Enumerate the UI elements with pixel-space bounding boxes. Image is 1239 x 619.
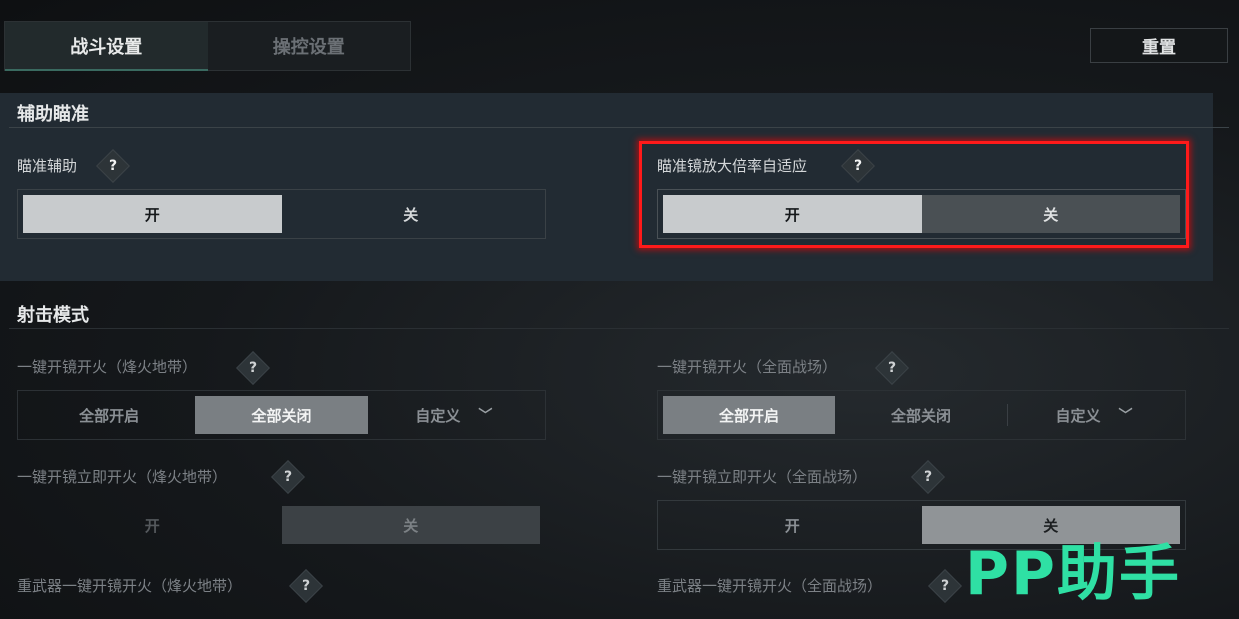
section-divider	[9, 127, 1229, 128]
watermark-logo: PP助手	[965, 539, 1181, 609]
option-all-on[interactable]: 全部开启	[663, 396, 835, 434]
instant-fire-beacon-help-icon[interactable]: ?	[271, 460, 305, 494]
option-custom[interactable]: 自定义 ﹀	[368, 396, 540, 434]
instant-fire-beacon-on-option[interactable]: 开	[23, 506, 282, 544]
heavy-weapon-beacon-label: 重武器一键开镜开火（烽火地带）	[17, 577, 243, 595]
chevron-down-icon: ﹀	[1118, 408, 1133, 424]
instant-fire-battlefield-label: 一键开镜立即开火（全面战场）	[657, 468, 868, 486]
one-key-fire-beacon-selector: 全部开启 全部关闭 自定义 ﹀	[17, 390, 546, 440]
heavy-weapon-beacon-help-icon[interactable]: ?	[289, 569, 323, 603]
instant-fire-beacon-toggle: 开 关	[17, 500, 546, 550]
instant-fire-beacon-label: 一键开镜立即开火（烽火地带）	[17, 468, 228, 486]
settings-tabs: 战斗设置 操控设置	[4, 21, 411, 71]
instant-fire-beacon-off-option[interactable]: 关	[281, 506, 540, 544]
aim-assist-on-option[interactable]: 开	[23, 195, 282, 233]
one-key-fire-beacon-help-icon[interactable]: ?	[236, 351, 270, 385]
one-key-fire-beacon-label: 一键开镜开火（烽火地带）	[17, 358, 198, 376]
instant-fire-battlefield-help-icon[interactable]: ?	[911, 460, 945, 494]
heavy-weapon-battlefield-label: 重武器一键开镜开火（全面战场）	[657, 577, 883, 595]
section-title-fire-mode: 射击模式	[17, 305, 89, 326]
one-key-fire-battlefield-label: 一键开镜开火（全面战场）	[657, 358, 838, 376]
aim-assist-toggle: 开 关	[17, 189, 546, 239]
instant-fire-battlefield-on-option[interactable]: 开	[663, 506, 922, 544]
option-custom[interactable]: 自定义 ﹀	[1008, 396, 1180, 434]
aim-assist-off-option[interactable]: 关	[282, 195, 541, 233]
tab-combat-settings[interactable]: 战斗设置	[5, 22, 208, 71]
one-key-fire-battlefield-help-icon[interactable]: ?	[875, 351, 909, 385]
option-all-off[interactable]: 全部关闭	[195, 396, 368, 434]
option-all-off[interactable]: 全部关闭	[835, 396, 1007, 434]
chevron-down-icon: ﹀	[478, 408, 493, 424]
reset-button[interactable]: 重置	[1090, 28, 1228, 63]
section-divider-fire	[9, 328, 1229, 329]
tab-control-settings[interactable]: 操控设置	[208, 22, 411, 70]
aim-assist-label: 瞄准辅助	[17, 157, 78, 175]
heavy-weapon-battlefield-help-icon[interactable]: ?	[928, 569, 962, 603]
highlight-box	[639, 141, 1189, 248]
section-title-aim-assist: 辅助瞄准	[17, 104, 89, 125]
option-all-on[interactable]: 全部开启	[23, 396, 195, 434]
one-key-fire-battlefield-selector: 全部开启 全部关闭 自定义 ﹀	[657, 390, 1186, 440]
